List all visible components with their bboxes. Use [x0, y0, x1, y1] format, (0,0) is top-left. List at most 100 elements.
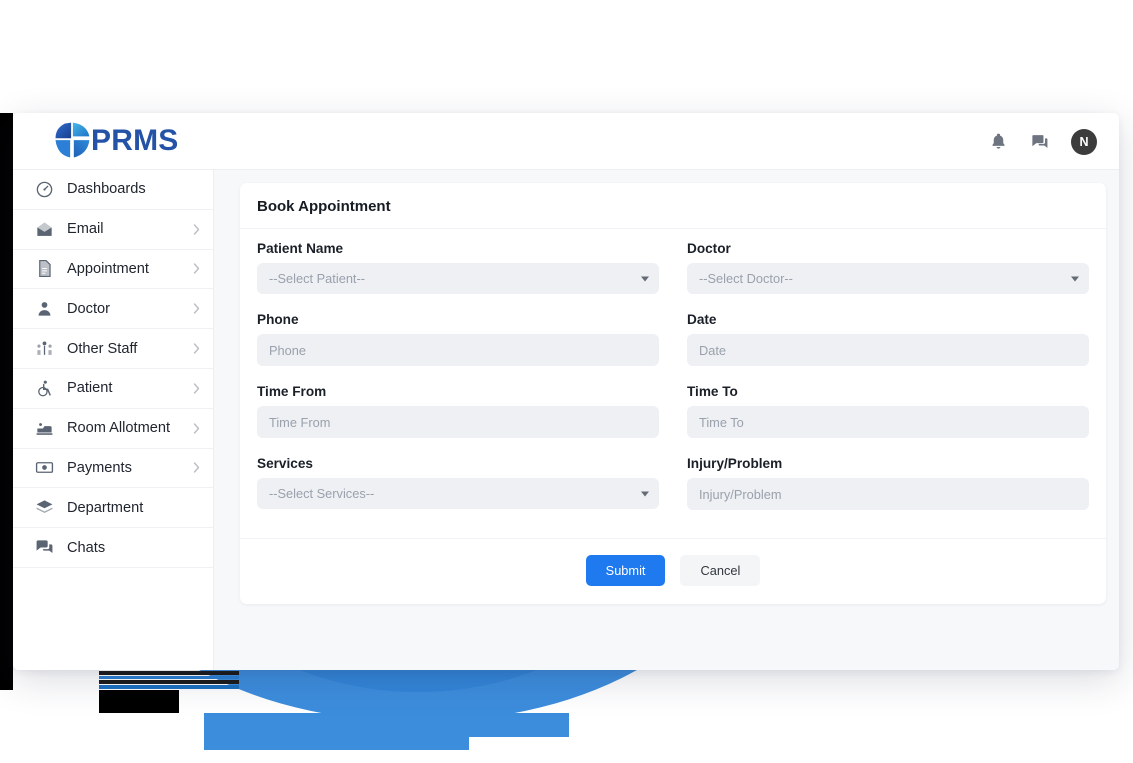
sidebar-item-label: Chats — [67, 539, 106, 556]
sidebar-filler — [13, 567, 213, 668]
book-appointment-card: Book Appointment Patient Name --Select P… — [240, 183, 1106, 604]
date-input-wrap[interactable] — [687, 334, 1089, 366]
chevron-down-icon — [1071, 276, 1079, 281]
chevron-right-icon — [193, 263, 200, 275]
sidebar-item-label: Payments — [67, 459, 132, 476]
phone-input[interactable] — [269, 334, 647, 366]
label-phone: Phone — [257, 312, 299, 327]
label-time-from: Time From — [257, 384, 327, 399]
injury-input[interactable] — [699, 478, 1077, 510]
card-header: Book Appointment — [240, 183, 1106, 229]
bell-icon[interactable] — [989, 132, 1008, 151]
sidebar: Dashboards Email Appointment Doctor Other St… — [13, 170, 214, 670]
sidebar-item-doctor[interactable]: Doctor — [13, 289, 213, 330]
avatar[interactable]: N — [1071, 128, 1097, 155]
label-services: Services — [257, 456, 313, 471]
injury-input-wrap[interactable] — [687, 478, 1089, 510]
field-time-from: Time From — [257, 384, 659, 438]
field-phone: Phone — [257, 312, 659, 366]
field-doctor: Doctor --Select Doctor-- — [687, 241, 1089, 294]
chevron-down-icon — [641, 276, 649, 281]
chevron-down-icon — [641, 491, 649, 496]
doctor-value: --Select Doctor-- — [699, 271, 793, 286]
app-window: PRMS N Dashboards Email Appointment Doctor O… — [13, 113, 1119, 670]
sidebar-item-label: Department — [67, 499, 144, 516]
field-time-to: Time To — [687, 384, 1089, 438]
sidebar-item-label: Room Allotment — [67, 420, 171, 437]
label-injury: Injury/Problem — [687, 456, 783, 471]
top-bar-actions: N — [989, 113, 1097, 170]
phone-input-wrap[interactable] — [257, 334, 659, 366]
sidebar-item-dashboards[interactable]: Dashboards — [13, 170, 213, 210]
sidebar-item-other-staff[interactable]: Other Staff — [13, 329, 213, 369]
bed-icon — [36, 422, 53, 435]
user-icon — [38, 302, 51, 316]
deco-block-bottom3 — [204, 737, 469, 750]
services-value: --Select Services-- — [269, 486, 375, 501]
doctor-select[interactable]: --Select Doctor-- — [687, 263, 1089, 294]
sidebar-item-label: Other Staff — [67, 340, 138, 357]
time-from-input-wrap[interactable] — [257, 406, 659, 438]
deco-block-bottom2 — [204, 713, 569, 737]
sidebar-item-label: Appointment — [67, 260, 149, 277]
card-body: Patient Name --Select Patient-- Doctor -… — [240, 229, 1106, 538]
patient-name-value: --Select Patient-- — [269, 271, 366, 286]
money-icon — [35, 462, 54, 474]
prms-logo-icon — [55, 122, 90, 158]
sidebar-nav-list: Dashboards Email Appointment Doctor Other St… — [13, 170, 213, 568]
appointment-form: Patient Name --Select Patient-- Doctor -… — [257, 241, 1089, 528]
services-select[interactable]: --Select Services-- — [257, 478, 659, 509]
chevron-right-icon — [193, 422, 200, 434]
field-services: Services --Select Services-- — [257, 456, 659, 510]
field-injury: Injury/Problem — [687, 456, 1089, 510]
brand-name: PRMS — [91, 124, 179, 157]
chevron-right-icon — [193, 462, 200, 474]
deco-block-bottom — [99, 690, 179, 713]
time-from-input[interactable] — [269, 406, 647, 438]
sidebar-item-email[interactable]: Email — [13, 209, 213, 250]
label-time-to: Time To — [687, 384, 738, 399]
sidebar-item-label: Email — [67, 221, 104, 238]
label-doctor: Doctor — [687, 241, 731, 256]
time-to-input-wrap[interactable] — [687, 406, 1089, 438]
card-footer: Submit Cancel — [240, 538, 1106, 604]
layers-icon — [36, 500, 53, 514]
sidebar-item-appointment[interactable]: Appointment — [13, 249, 213, 290]
deco-block-left — [0, 113, 13, 690]
top-bar: PRMS N — [13, 113, 1119, 170]
people-icon — [37, 341, 52, 355]
chat-icon[interactable] — [1030, 132, 1049, 151]
deco-stripe-4 — [99, 685, 239, 689]
gauge-icon — [36, 181, 53, 198]
deco-stripe-3 — [99, 680, 239, 684]
label-patient-name: Patient Name — [257, 241, 344, 256]
chevron-right-icon — [193, 383, 200, 394]
chevron-right-icon — [193, 303, 200, 314]
sidebar-item-chats[interactable]: Chats — [13, 528, 213, 568]
date-input[interactable] — [699, 334, 1077, 366]
chevron-right-icon — [193, 343, 200, 354]
field-date: Date — [687, 312, 1089, 366]
sidebar-item-patient[interactable]: Patient — [13, 368, 213, 409]
sidebar-item-payments[interactable]: Payments — [13, 448, 213, 489]
sidebar-item-department[interactable]: Department — [13, 488, 213, 529]
cancel-button[interactable]: Cancel — [680, 555, 761, 586]
page-title: Book Appointment — [257, 198, 391, 215]
deco-stripe-1 — [99, 671, 239, 675]
sidebar-item-room-allotment[interactable]: Room Allotment — [13, 408, 213, 449]
document-icon — [39, 260, 51, 278]
sidebar-item-label: Dashboards — [67, 181, 146, 198]
sidebar-item-label: Patient — [67, 380, 113, 397]
wheelchair-icon — [38, 380, 51, 397]
submit-button[interactable]: Submit — [585, 555, 666, 586]
avatar-initial: N — [1079, 134, 1089, 149]
main-content: Book Appointment Patient Name --Select P… — [214, 170, 1119, 670]
field-patient-name: Patient Name --Select Patient-- — [257, 241, 659, 294]
sidebar-item-label: Doctor — [67, 300, 110, 317]
chat-bubble-icon — [36, 540, 53, 554]
time-to-input[interactable] — [699, 406, 1077, 438]
deco-stripe-2 — [99, 676, 239, 679]
patient-name-select[interactable]: --Select Patient-- — [257, 263, 659, 294]
brand-logo-group[interactable]: PRMS — [50, 119, 178, 163]
label-date: Date — [687, 312, 717, 327]
